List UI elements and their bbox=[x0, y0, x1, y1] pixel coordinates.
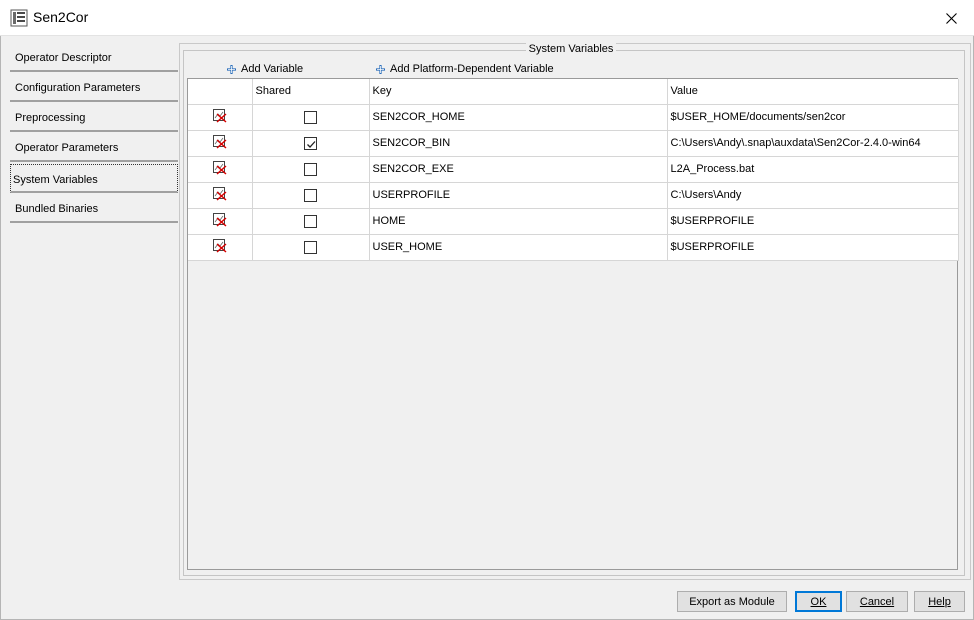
table-row[interactable]: SEN2COR_BIN C:\Users\Andy\.snap\auxdata\S… bbox=[188, 130, 959, 157]
value-cell[interactable]: $USERPROFILE bbox=[667, 208, 959, 235]
shared-checkbox[interactable] bbox=[304, 214, 317, 228]
delete-row-icon bbox=[212, 186, 227, 201]
title-bar: Sen2Cor bbox=[0, 0, 974, 36]
delete-row-icon bbox=[212, 160, 227, 175]
close-button[interactable] bbox=[928, 0, 974, 36]
add-variable-button[interactable]: Add Variable bbox=[226, 62, 303, 76]
close-icon bbox=[945, 12, 957, 24]
column-header-value[interactable]: Value bbox=[667, 79, 959, 105]
key-cell[interactable]: SEN2COR_HOME bbox=[369, 104, 668, 131]
add-platform-dependent-variable-button[interactable]: Add Platform-Dependent Variable bbox=[375, 62, 554, 76]
column-header-key[interactable]: Key bbox=[369, 79, 668, 105]
delete-row-button[interactable] bbox=[188, 234, 253, 261]
delete-row-button[interactable] bbox=[188, 208, 253, 235]
shared-cell bbox=[252, 130, 370, 157]
shared-checkbox[interactable] bbox=[304, 188, 317, 202]
key-cell[interactable]: USER_HOME bbox=[369, 234, 668, 261]
shared-cell bbox=[252, 182, 370, 209]
table-row[interactable]: SEN2COR_HOME $USER_HOME/documents/sen2cor bbox=[188, 104, 959, 131]
sidebar: Operator Descriptor Configuration Parame… bbox=[10, 43, 178, 583]
shared-checkbox[interactable] bbox=[304, 240, 317, 254]
sidebar-item-preprocessing[interactable]: Preprocessing bbox=[10, 103, 178, 132]
value-cell[interactable]: C:\Users\Andy bbox=[667, 182, 959, 209]
ok-button-label: OK bbox=[810, 595, 827, 608]
table-row[interactable]: SEN2COR_EXE L2A_Process.bat bbox=[188, 156, 959, 183]
add-variable-label: Add Variable bbox=[241, 63, 304, 75]
value-cell[interactable]: $USERPROFILE bbox=[667, 234, 959, 261]
table-row[interactable]: USERPROFILE C:\Users\Andy bbox=[188, 182, 959, 209]
shared-checkbox[interactable] bbox=[304, 162, 317, 176]
export-as-module-button[interactable]: Export as Module bbox=[677, 591, 787, 612]
sidebar-item-bundled-binaries[interactable]: Bundled Binaries bbox=[10, 194, 178, 223]
shared-cell bbox=[252, 208, 370, 235]
key-cell[interactable]: USERPROFILE bbox=[369, 182, 668, 209]
shared-cell bbox=[252, 104, 370, 131]
key-cell[interactable]: SEN2COR_EXE bbox=[369, 156, 668, 183]
export-button-label: Export as Module bbox=[689, 595, 775, 608]
variables-table-container[interactable]: Shared Key Value SEN2COR_HOME $USER_HOME/… bbox=[187, 78, 959, 570]
help-button-label: Help bbox=[928, 595, 951, 608]
delete-row-icon bbox=[212, 108, 227, 123]
sidebar-item-label: Configuration Parameters bbox=[15, 82, 141, 94]
delete-row-icon bbox=[212, 238, 227, 253]
sen2cor-app-icon bbox=[10, 9, 28, 27]
plus-icon bbox=[376, 64, 385, 74]
delete-row-button[interactable] bbox=[188, 182, 253, 209]
checkmark-icon bbox=[307, 140, 316, 148]
shared-cell bbox=[252, 156, 370, 183]
shared-cell bbox=[252, 234, 370, 261]
shared-checkbox[interactable] bbox=[304, 110, 317, 124]
group-title-text: System Variables bbox=[525, 43, 617, 55]
delete-row-button[interactable] bbox=[188, 156, 253, 183]
key-cell[interactable]: HOME bbox=[369, 208, 668, 235]
add-platform-variable-label: Add Platform-Dependent Variable bbox=[390, 63, 554, 75]
sidebar-item-configuration-parameters[interactable]: Configuration Parameters bbox=[10, 73, 178, 102]
key-cell[interactable]: SEN2COR_BIN bbox=[369, 130, 668, 157]
sidebar-item-label: Preprocessing bbox=[15, 112, 86, 124]
value-cell[interactable]: C:\Users\Andy\.snap\auxdata\Sen2Cor-2.4.… bbox=[667, 130, 959, 157]
delete-row-icon bbox=[212, 134, 227, 149]
cancel-button-label: Cancel bbox=[859, 595, 895, 608]
cancel-button[interactable]: Cancel bbox=[846, 591, 908, 612]
delete-row-button[interactable] bbox=[188, 130, 253, 157]
help-button[interactable]: Help bbox=[914, 591, 965, 612]
delete-row-button[interactable] bbox=[188, 104, 253, 131]
value-cell[interactable]: L2A_Process.bat bbox=[667, 156, 959, 183]
shared-checkbox[interactable] bbox=[304, 136, 317, 150]
sidebar-item-label: System Variables bbox=[13, 174, 98, 186]
sidebar-item-system-variables[interactable]: System Variables bbox=[10, 164, 178, 193]
variables-table: Shared Key Value SEN2COR_HOME $USER_HOME/… bbox=[188, 79, 959, 261]
value-cell[interactable]: $USER_HOME/documents/sen2cor bbox=[667, 104, 959, 131]
table-row[interactable]: HOME $USERPROFILE bbox=[188, 208, 959, 235]
sidebar-item-label: Bundled Binaries bbox=[15, 203, 99, 215]
group-title: System Variables bbox=[0, 43, 974, 55]
plus-icon bbox=[227, 64, 236, 74]
delete-row-icon bbox=[212, 212, 227, 227]
column-header-delete bbox=[188, 79, 253, 105]
window-title: Sen2Cor bbox=[33, 9, 89, 25]
column-header-shared[interactable]: Shared bbox=[252, 79, 370, 105]
ok-button[interactable]: OK bbox=[795, 591, 842, 612]
table-row[interactable]: USER_HOME $USERPROFILE bbox=[188, 234, 959, 261]
table-header-row: Shared Key Value bbox=[188, 79, 959, 105]
sidebar-item-operator-parameters[interactable]: Operator Parameters bbox=[10, 133, 178, 162]
sidebar-item-label: Operator Parameters bbox=[15, 142, 119, 154]
